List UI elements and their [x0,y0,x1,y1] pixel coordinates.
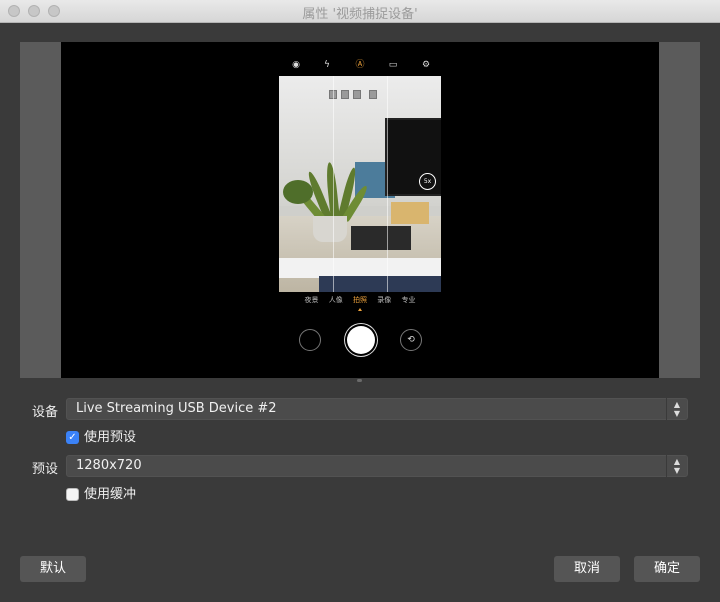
mode-video: 录像 [377,296,392,304]
mode-photo: 拍照 [353,296,367,304]
camera-viewfinder-image: 5x [279,76,441,292]
preview-area: ◉ ϟ Ⓐ ▭ ⚙ 5x 夜景 人像 拍照 录像 专业 ⟲ [20,42,700,378]
flash-off-icon: ϟ [324,60,330,70]
use-buffer-checkbox-row[interactable]: 使用缓冲 [66,487,136,503]
device-select[interactable]: Live Streaming USB Device #2 ▲ ▼ [66,398,688,420]
window-title: 属性 '视频捕捉设备' [302,7,418,22]
updown-chevron-icon: ▲ ▼ [666,398,687,420]
splitter-handle[interactable] [357,379,362,382]
shutter-icon [347,326,375,354]
defaults-button[interactable]: 默认 [20,556,86,582]
use-buffer-label: 使用缓冲 [84,487,137,502]
title-bar: 属性 '视频捕捉设备' [0,0,720,23]
use-preset-checkbox[interactable]: ✓ [66,431,79,444]
mode-pro: 专业 [401,296,416,304]
active-mode-indicator [358,308,362,311]
use-preset-checkbox-row[interactable]: ✓ 使用预设 [66,430,136,446]
preset-label: 预设 [31,462,58,477]
cancel-button[interactable]: 取消 [554,556,620,582]
use-buffer-checkbox[interactable] [66,488,79,501]
aspect-ratio-icon: ▭ [388,60,398,70]
settings-icon: ⚙ [421,60,431,70]
updown-chevron-icon: ▲ ▼ [666,455,687,477]
camera-top-icons: ◉ ϟ Ⓐ ▭ ⚙ [61,58,659,72]
mode-night: 夜景 [304,296,319,304]
mode-portrait: 人像 [328,296,343,304]
use-preset-label: 使用预设 [84,430,137,445]
ok-button[interactable]: 确定 [634,556,700,582]
preset-select-value: 1280x720 [76,458,142,473]
video-preview: ◉ ϟ Ⓐ ▭ ⚙ 5x 夜景 人像 拍照 录像 专业 ⟲ [61,42,659,378]
gallery-thumbnail-icon [299,329,321,351]
preset-select[interactable]: 1280x720 ▲ ▼ [66,455,688,477]
zoom-indicator: 5x [419,173,436,190]
device-select-value: Live Streaming USB Device #2 [76,401,277,416]
camera-mode-bar: 夜景 人像 拍照 录像 专业 [61,295,659,309]
ai-icon: Ⓐ [355,60,365,70]
device-label: 设备 [31,405,58,420]
eye-icon: ◉ [292,60,300,70]
switch-camera-icon: ⟲ [400,329,422,351]
